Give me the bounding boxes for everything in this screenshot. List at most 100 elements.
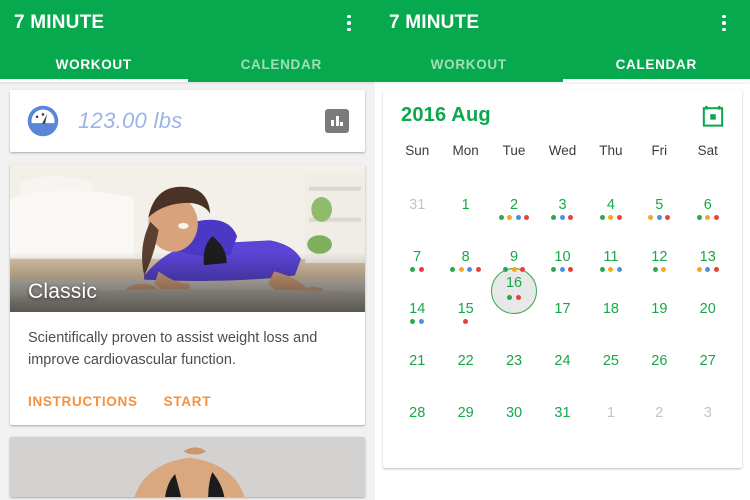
day-circle bbox=[548, 379, 576, 405]
calendar-day[interactable]: 10 bbox=[538, 220, 586, 272]
weight-value: 123.00 lbs bbox=[78, 108, 183, 133]
activity-dot-blue bbox=[705, 266, 711, 272]
calendar-day[interactable]: 11 bbox=[587, 220, 635, 272]
day-number: 6 bbox=[703, 196, 712, 213]
weight-card[interactable]: 123.00 lbs bbox=[10, 90, 365, 152]
day-number: 7 bbox=[413, 248, 422, 265]
day-number: 24 bbox=[554, 352, 571, 369]
day-circle bbox=[694, 171, 722, 197]
tab-workout[interactable]: WORKOUT bbox=[375, 46, 563, 82]
calendar-day[interactable]: 25 bbox=[587, 324, 635, 376]
day-circle bbox=[694, 379, 722, 405]
calendar-day[interactable]: 1 bbox=[587, 376, 635, 428]
calendar-day[interactable]: 21 bbox=[393, 324, 441, 376]
day-circle bbox=[548, 275, 576, 301]
calendar-day[interactable]: 9 bbox=[490, 220, 538, 272]
calendar-day[interactable]: 29 bbox=[441, 376, 489, 428]
calendar-day[interactable]: 24 bbox=[538, 324, 586, 376]
activity-dot-green bbox=[507, 295, 513, 300]
day-number: 29 bbox=[457, 404, 474, 421]
calendar-day[interactable]: 12 bbox=[635, 220, 683, 272]
day-activity-dots bbox=[551, 266, 574, 272]
overflow-dot bbox=[347, 27, 351, 32]
calendar-day[interactable]: 8 bbox=[441, 220, 489, 272]
calendar-day[interactable]: 31 bbox=[538, 376, 586, 428]
chart-bar bbox=[335, 116, 339, 126]
day-number: 5 bbox=[655, 196, 664, 213]
calendar-weekday-row: Sun Mon Tue Wed Thu Fri Sat bbox=[393, 137, 732, 162]
calendar-card: 2016 Aug Sun Mon Tue Wed Thu Fri Sat 31 … bbox=[383, 90, 742, 468]
activity-dot-green bbox=[599, 214, 605, 220]
workout-card-next-partial[interactable] bbox=[10, 436, 365, 497]
calendar-day[interactable]: 26 bbox=[635, 324, 683, 376]
calendar-day[interactable]: 17 bbox=[538, 272, 586, 324]
bar-chart-icon[interactable] bbox=[325, 109, 349, 133]
start-button[interactable]: START bbox=[164, 394, 212, 409]
next-workout-hero-image bbox=[10, 436, 365, 497]
calendar-day[interactable]: 1 bbox=[441, 168, 489, 220]
activity-dot-blue bbox=[467, 266, 473, 272]
tab-workout[interactable]: WORKOUT bbox=[0, 46, 188, 82]
next-hero-illustration bbox=[10, 436, 365, 497]
calendar-day[interactable]: 31 bbox=[393, 168, 441, 220]
calendar-day[interactable]: 7 bbox=[393, 220, 441, 272]
activity-dot-green bbox=[503, 266, 509, 272]
calendar-day-selected[interactable]: 16 bbox=[490, 268, 538, 324]
day-activity-dots bbox=[551, 214, 574, 220]
calendar-day[interactable]: 30 bbox=[490, 376, 538, 428]
app-screenshot: 7 MINUTE WORKOUT CALENDAR 123.00 lbs Cla… bbox=[0, 0, 750, 500]
calendar-day[interactable]: 3 bbox=[684, 376, 732, 428]
calendar-day[interactable]: 2 bbox=[490, 168, 538, 220]
calendar-day[interactable]: 14 bbox=[393, 272, 441, 324]
calendar-day[interactable]: 4 bbox=[587, 168, 635, 220]
day-activity-dots bbox=[599, 214, 622, 220]
workout-scroll-area[interactable]: 123.00 lbs Classic Scientifically proven… bbox=[0, 82, 375, 500]
day-number: 17 bbox=[554, 300, 571, 317]
tab-calendar[interactable]: CALENDAR bbox=[188, 46, 376, 82]
left-panel-workout: 7 MINUTE WORKOUT CALENDAR 123.00 lbs Cla… bbox=[0, 0, 375, 500]
calendar-day[interactable]: 2 bbox=[635, 376, 683, 428]
day-activity-dots bbox=[652, 266, 667, 272]
activity-dot-orange bbox=[696, 266, 702, 272]
calendar-day[interactable]: 15 bbox=[441, 272, 489, 324]
calendar-day[interactable]: 20 bbox=[684, 272, 732, 324]
activity-dot-red bbox=[515, 295, 521, 300]
page-title: 7 MINUTE bbox=[389, 12, 480, 33]
day-activity-dots bbox=[696, 266, 719, 272]
day-number: 1 bbox=[461, 196, 470, 213]
calendar-area: 2016 Aug Sun Mon Tue Wed Thu Fri Sat 31 … bbox=[375, 82, 750, 500]
activity-dot-red bbox=[524, 214, 530, 220]
activity-dot-red bbox=[616, 214, 622, 220]
calendar-day[interactable]: 19 bbox=[635, 272, 683, 324]
day-circle bbox=[645, 223, 673, 249]
calendar-day[interactable]: 13 bbox=[684, 220, 732, 272]
weekday-wed: Wed bbox=[548, 143, 577, 158]
overflow-dot bbox=[722, 21, 726, 25]
activity-dot-red bbox=[568, 266, 574, 272]
calendar-day[interactable]: 28 bbox=[393, 376, 441, 428]
calendar-day[interactable]: 6 bbox=[684, 168, 732, 220]
calendar-day[interactable]: 18 bbox=[587, 272, 635, 324]
instructions-button[interactable]: INSTRUCTIONS bbox=[28, 394, 138, 409]
day-activity-dots bbox=[503, 266, 526, 272]
chart-bar bbox=[331, 120, 334, 126]
day-circle bbox=[597, 327, 625, 353]
overflow-menu-icon[interactable] bbox=[712, 11, 736, 35]
calendar-icon[interactable] bbox=[702, 105, 724, 127]
calendar-day[interactable]: 22 bbox=[441, 324, 489, 376]
day-number: 2 bbox=[655, 404, 664, 421]
calendar-day[interactable]: 5 bbox=[635, 168, 683, 220]
calendar-day[interactable]: 3 bbox=[538, 168, 586, 220]
scale-gauge-icon bbox=[27, 105, 59, 137]
day-activity-dots bbox=[410, 318, 424, 324]
workout-card-classic[interactable]: Classic Scientifically proven to assist … bbox=[10, 164, 365, 425]
tab-calendar[interactable]: CALENDAR bbox=[563, 46, 750, 82]
calendar-day[interactable]: 23 bbox=[490, 324, 538, 376]
day-circle bbox=[597, 223, 625, 249]
activity-dot-red bbox=[665, 214, 671, 220]
calendar-day[interactable]: 27 bbox=[684, 324, 732, 376]
overflow-menu-icon[interactable] bbox=[337, 11, 361, 35]
day-activity-dots bbox=[599, 266, 622, 272]
day-circle bbox=[694, 327, 722, 353]
activity-dot-red bbox=[520, 266, 526, 272]
